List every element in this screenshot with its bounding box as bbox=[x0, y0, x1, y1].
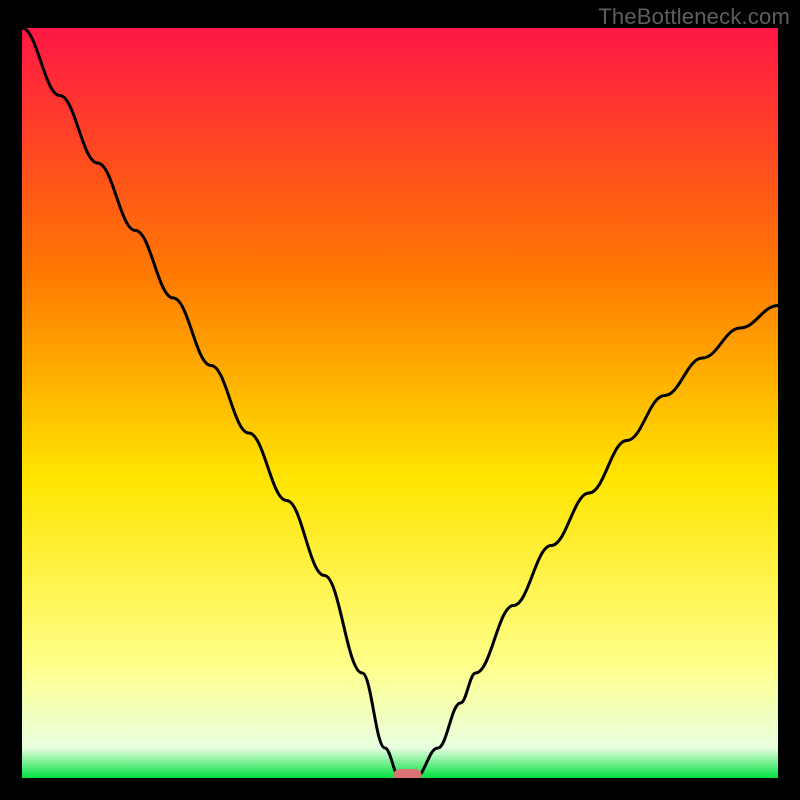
bottleneck-chart bbox=[22, 28, 778, 778]
watermark-label: TheBottleneck.com bbox=[598, 4, 790, 30]
optimal-marker bbox=[394, 769, 422, 778]
plot-area bbox=[22, 28, 778, 778]
gradient-background bbox=[22, 28, 778, 778]
chart-frame: TheBottleneck.com bbox=[0, 0, 800, 800]
